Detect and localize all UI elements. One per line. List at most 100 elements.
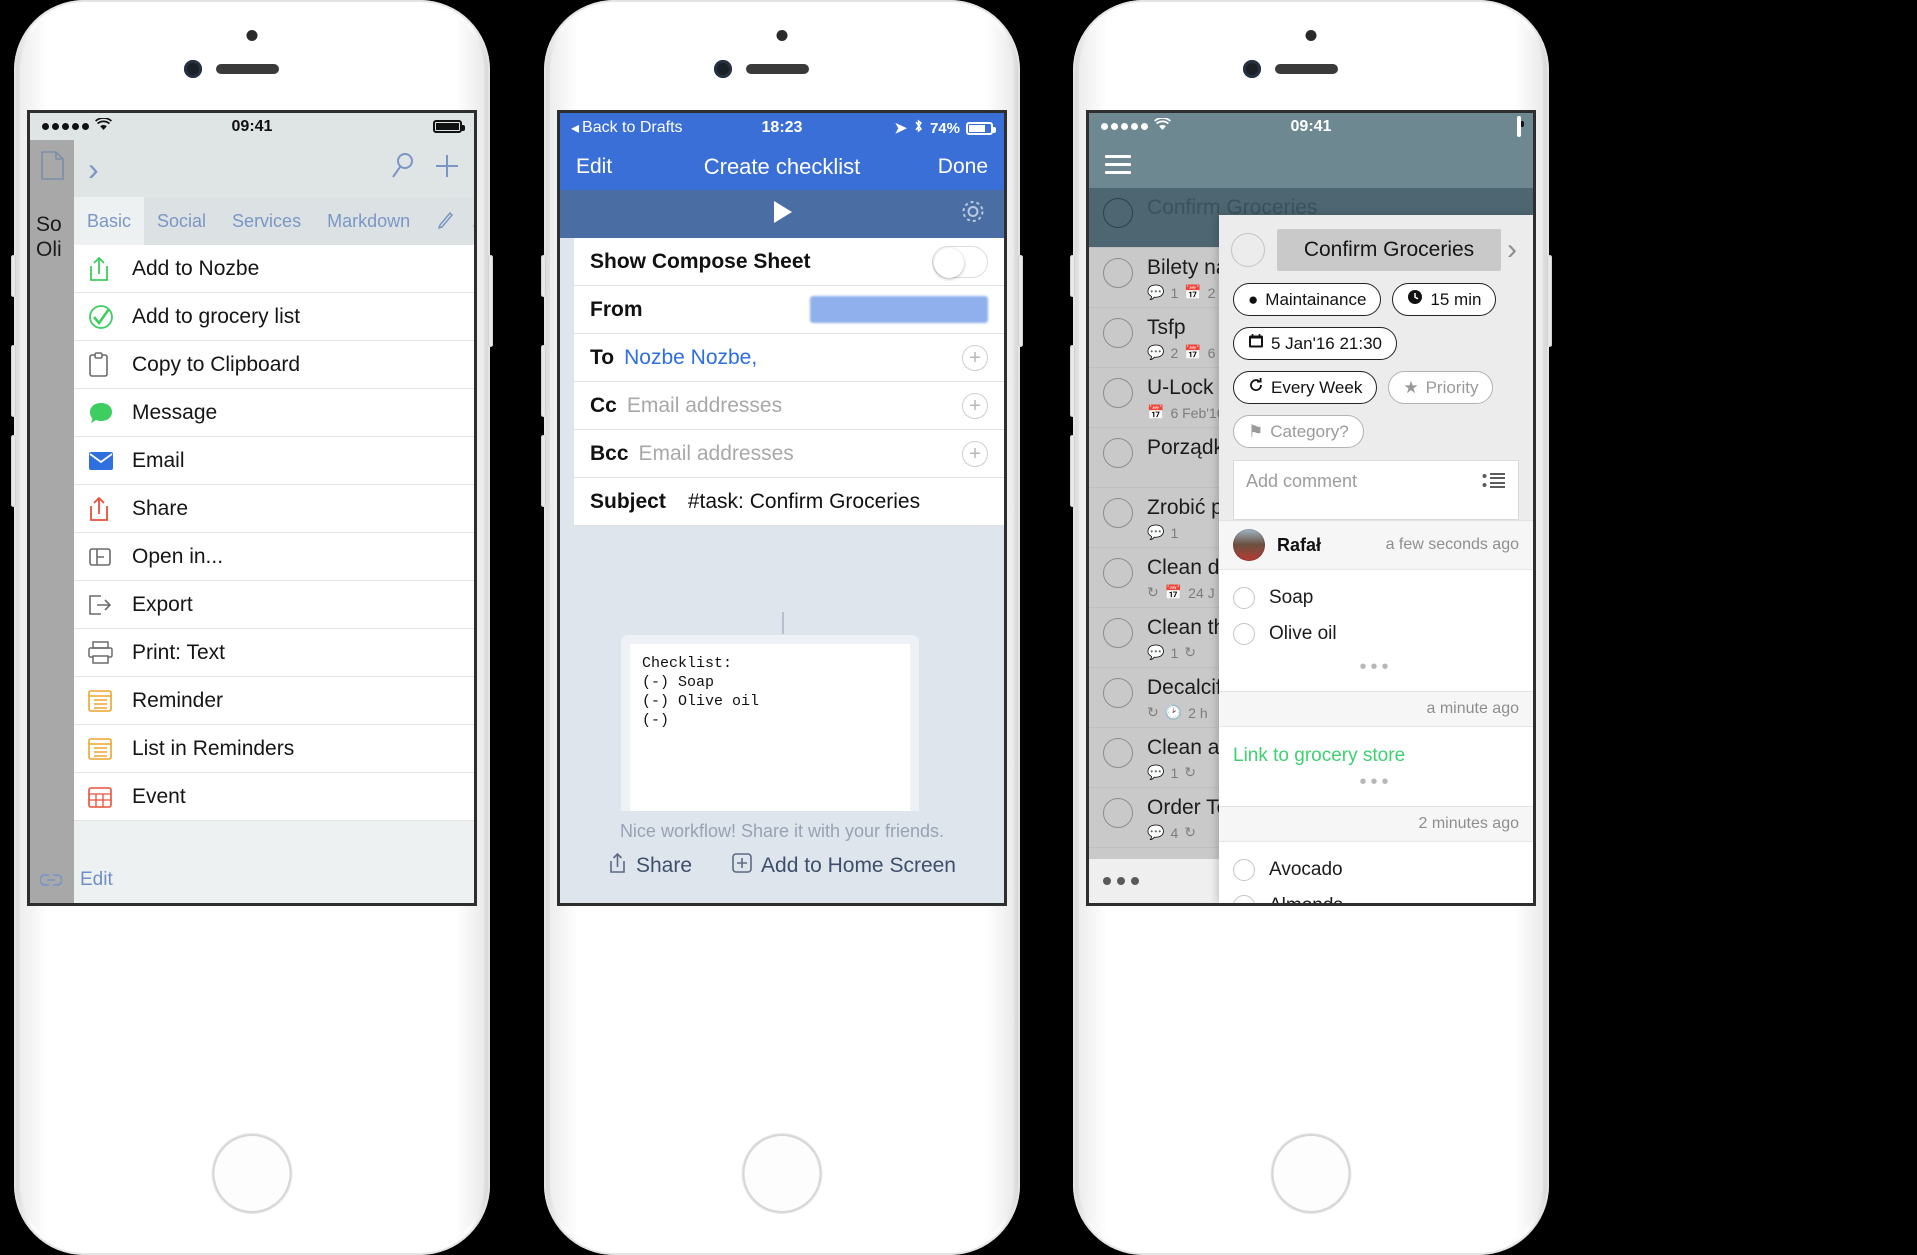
circle-checkbox-icon[interactable]: [1103, 378, 1133, 408]
home-button[interactable]: [742, 1134, 822, 1213]
chip-category[interactable]: ⚑ Category?: [1233, 415, 1364, 448]
volume-up-button[interactable]: [11, 345, 16, 417]
circle-checkbox-icon[interactable]: [1103, 798, 1133, 828]
list-item[interactable]: Open in...: [74, 533, 474, 581]
chevron-right-icon[interactable]: ›: [88, 153, 99, 185]
list-item[interactable]: Email: [74, 437, 474, 485]
list-item[interactable]: Almonds: [1233, 888, 1519, 903]
list-item[interactable]: Reminder: [74, 677, 474, 725]
ellipsis-icon[interactable]: •••: [1233, 767, 1519, 802]
circle-checkbox-icon[interactable]: [1103, 258, 1133, 288]
list-item[interactable]: Add to grocery list: [74, 293, 474, 341]
add-comment-input[interactable]: Add comment: [1233, 460, 1519, 520]
bcc-placeholder[interactable]: Email addresses: [639, 442, 794, 466]
circle-checkbox-icon[interactable]: [1233, 623, 1255, 645]
row-subject[interactable]: Subject #task: Confirm Groceries: [574, 478, 1004, 526]
chip-duration[interactable]: 15 min: [1392, 283, 1497, 316]
list-item-label: Add to Nozbe: [132, 256, 260, 280]
plus-icon[interactable]: [434, 153, 460, 184]
power-button[interactable]: [488, 255, 493, 347]
circle-checkbox-icon[interactable]: [1103, 738, 1133, 768]
bullet-list-icon[interactable]: [1482, 471, 1506, 496]
power-button[interactable]: [1547, 255, 1552, 347]
circle-checkbox-icon[interactable]: [1103, 318, 1133, 348]
list-item[interactable]: Print: Text: [74, 629, 474, 677]
circle-checkbox-icon[interactable]: [1233, 587, 1255, 609]
pencil-icon[interactable]: [423, 197, 460, 245]
home-button[interactable]: [212, 1134, 292, 1213]
list-item[interactable]: Message: [74, 389, 474, 437]
circle-checkbox-icon[interactable]: [1103, 438, 1133, 468]
circle-checkbox-icon[interactable]: [1103, 618, 1133, 648]
silent-switch[interactable]: [541, 255, 546, 297]
volume-up-button[interactable]: [1070, 345, 1075, 417]
chip-due-date[interactable]: 5 Jan'16 21:30: [1233, 327, 1398, 360]
clipboard-icon: [88, 351, 132, 378]
tab-social[interactable]: Social: [144, 197, 219, 245]
task-attribute-chips: ● Maintainance 15 min 5 Jan'16 21:30 Eve…: [1219, 277, 1533, 448]
tab-all[interactable]: All: [460, 197, 474, 245]
done-button[interactable]: Done: [938, 155, 988, 179]
power-button[interactable]: [1018, 255, 1023, 347]
cc-placeholder[interactable]: Email addresses: [627, 394, 782, 418]
list-item[interactable]: List in Reminders: [74, 725, 474, 773]
volume-up-button[interactable]: [541, 345, 546, 417]
chevron-right-icon[interactable]: ›: [1507, 233, 1523, 267]
tab-basic[interactable]: Basic: [74, 197, 145, 245]
add-contact-icon[interactable]: +: [962, 392, 988, 419]
front-camera: [714, 60, 732, 78]
row-cc[interactable]: Cc Email addresses +: [574, 382, 1004, 430]
list-item[interactable]: Event: [74, 773, 474, 821]
list-item[interactable]: Soap: [1233, 580, 1519, 616]
share-button[interactable]: Share: [608, 852, 692, 880]
list-item[interactable]: Avocado: [1233, 852, 1519, 888]
tab-markdown[interactable]: Markdown: [314, 197, 423, 245]
circle-checkbox-icon[interactable]: [1103, 498, 1133, 528]
list-item[interactable]: Export: [74, 581, 474, 629]
subject-value[interactable]: #task: Confirm Groceries: [688, 490, 920, 514]
chip-project[interactable]: ● Maintainance: [1233, 283, 1382, 316]
silent-switch[interactable]: [11, 255, 16, 297]
row-to[interactable]: To Nozbe Nozbe, +: [574, 334, 1004, 382]
silent-switch[interactable]: [1070, 255, 1075, 297]
play-icon[interactable]: [768, 198, 796, 231]
search-icon[interactable]: [390, 152, 416, 185]
circle-checkbox-icon[interactable]: [1233, 859, 1255, 881]
chip-priority[interactable]: ★ Priority: [1388, 371, 1494, 404]
earpiece-speaker: [746, 64, 809, 74]
ellipsis-icon[interactable]: [1103, 877, 1139, 885]
volume-down-button[interactable]: [1070, 435, 1075, 507]
circle-checkbox-icon[interactable]: [1103, 678, 1133, 708]
edit-button[interactable]: Edit: [74, 857, 474, 903]
circle-checkbox-icon[interactable]: [1103, 558, 1133, 588]
page-title[interactable]: Confirm Groceries: [1277, 229, 1501, 271]
volume-down-button[interactable]: [11, 435, 16, 507]
hamburger-menu-icon[interactable]: [1105, 150, 1131, 179]
tab-services[interactable]: Services: [219, 197, 314, 245]
list-item[interactable]: Share: [74, 485, 474, 533]
row-bcc[interactable]: Bcc Email addresses +: [574, 430, 1004, 478]
chip-repeat[interactable]: Every Week: [1233, 371, 1378, 404]
panel-navbar: ›: [74, 140, 474, 197]
circle-checkbox-icon[interactable]: [1233, 895, 1255, 903]
comment-link[interactable]: Link to grocery store: [1233, 737, 1519, 767]
list-item[interactable]: Olive oil: [1233, 616, 1519, 652]
list-item[interactable]: Copy to Clipboard: [74, 341, 474, 389]
edit-button[interactable]: Edit: [576, 155, 612, 179]
circle-checkbox-icon[interactable]: [1231, 233, 1265, 267]
circle-checkbox-icon[interactable]: [1103, 198, 1133, 228]
row-from[interactable]: From: [574, 286, 1004, 334]
to-value[interactable]: Nozbe Nozbe,: [624, 346, 757, 370]
gear-icon[interactable]: [960, 199, 986, 230]
comment-body: Avocado Almonds Corn Flakes: [1219, 842, 1533, 903]
home-button[interactable]: [1271, 1134, 1351, 1213]
add-to-home-screen-button[interactable]: Add to Home Screen: [732, 853, 956, 879]
volume-down-button[interactable]: [541, 435, 546, 507]
add-contact-icon[interactable]: +: [962, 440, 988, 467]
list-item[interactable]: Add to Nozbe: [74, 245, 474, 293]
row-show-compose-sheet[interactable]: Show Compose Sheet: [574, 238, 1004, 286]
add-contact-icon[interactable]: +: [962, 344, 988, 371]
compose-sheet-toggle[interactable]: [932, 245, 988, 278]
navbar-actions: [390, 152, 460, 185]
ellipsis-icon[interactable]: •••: [1233, 652, 1519, 687]
